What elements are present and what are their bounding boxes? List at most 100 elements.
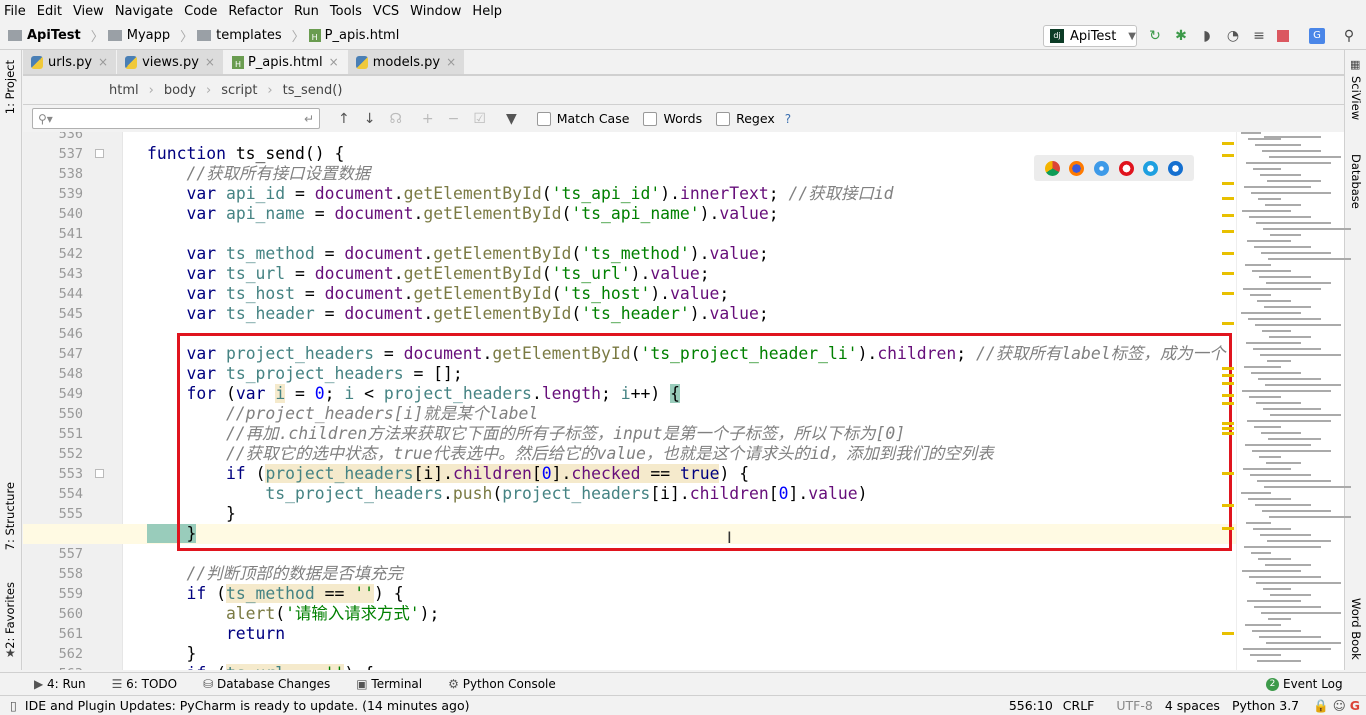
caret-position[interactable]: 556:10 xyxy=(1009,698,1053,713)
warning-stripe-marker[interactable] xyxy=(1222,394,1234,397)
safari-icon[interactable] xyxy=(1094,160,1110,176)
warning-stripe-marker[interactable] xyxy=(1222,427,1234,430)
menu-window[interactable]: Window xyxy=(410,4,461,19)
regex-checkbox[interactable]: Regex xyxy=(716,111,775,126)
warning-stripe-marker[interactable] xyxy=(1222,527,1234,530)
wordbook-tool-button[interactable]: Word Book xyxy=(1349,598,1363,660)
close-icon[interactable]: × xyxy=(446,55,456,69)
menu-view[interactable]: View xyxy=(73,4,104,19)
warning-stripe-marker[interactable] xyxy=(1222,292,1234,295)
filter-icon[interactable]: ▼ xyxy=(506,111,517,127)
menu-edit[interactable]: Edit xyxy=(37,4,62,19)
warning-stripe-marker[interactable] xyxy=(1222,632,1234,635)
breadcrumb-item[interactable]: script xyxy=(221,83,257,98)
tab-urls-py[interactable]: urls.py × xyxy=(23,50,117,74)
stop-icon[interactable] xyxy=(1277,30,1289,42)
search-input[interactable]: ⚲▾ ↵ xyxy=(32,108,320,129)
tab-p_apis-html[interactable]: H P_apis.html × xyxy=(223,50,347,74)
tab-models-py[interactable]: models.py × xyxy=(347,50,465,74)
rerun-icon[interactable]: ↻ xyxy=(1147,28,1163,44)
close-icon[interactable]: × xyxy=(98,55,108,69)
favorites-tool-button[interactable]: 2: Favorites xyxy=(3,582,17,649)
warning-stripe-marker[interactable] xyxy=(1222,182,1234,185)
sciview-tool-button[interactable]: SciView xyxy=(1349,76,1363,120)
menu-vcs[interactable]: VCS xyxy=(373,4,399,19)
run-configuration-select[interactable]: dj ApiTest ▼ xyxy=(1043,25,1137,47)
project-tool-button[interactable]: 1: Project xyxy=(3,60,17,114)
warning-stripe-marker[interactable] xyxy=(1222,272,1234,275)
database-tool-button[interactable]: Database xyxy=(1349,154,1363,209)
remove-selection-icon[interactable]: − xyxy=(448,111,460,127)
close-icon[interactable]: × xyxy=(205,55,215,69)
tool-window-todo[interactable]: ☰ 6: TODO xyxy=(112,677,178,691)
find-all-icon[interactable]: ☊ xyxy=(389,111,401,127)
add-selection-icon[interactable]: + xyxy=(422,111,434,127)
line-separator[interactable]: CRLF xyxy=(1063,698,1095,713)
structure-tool-button[interactable]: 7: Structure xyxy=(3,482,17,550)
warning-stripe-marker[interactable] xyxy=(1222,504,1234,507)
minimap-line xyxy=(1268,618,1291,620)
code-token: ( xyxy=(551,284,562,303)
warning-stripe-marker[interactable] xyxy=(1222,422,1234,425)
next-occurrence-icon[interactable]: ↓ xyxy=(364,111,376,127)
ie-icon[interactable] xyxy=(1143,160,1159,176)
warning-stripe-marker[interactable] xyxy=(1222,402,1234,405)
menu-file[interactable]: File xyxy=(4,4,26,19)
breadcrumb-item[interactable]: ts_send() xyxy=(283,83,343,98)
warning-stripe-marker[interactable] xyxy=(1222,142,1234,145)
menu-code[interactable]: Code xyxy=(184,4,217,19)
chrome-icon[interactable] xyxy=(1044,160,1060,176)
debug-icon[interactable]: ✱ xyxy=(1173,28,1189,44)
menu-tools[interactable]: Tools xyxy=(330,4,362,19)
warning-stripe-marker[interactable] xyxy=(1222,472,1234,475)
warning-stripe-marker[interactable] xyxy=(1222,214,1234,217)
opera-icon[interactable] xyxy=(1118,160,1134,176)
close-icon[interactable]: × xyxy=(329,55,339,69)
google-icon[interactable]: G xyxy=(1350,698,1360,713)
nav-file[interactable]: H P_apis.html xyxy=(308,28,399,43)
words-checkbox[interactable]: Words xyxy=(643,111,702,126)
warning-stripe-marker[interactable] xyxy=(1222,230,1234,233)
previous-occurrence-icon[interactable]: ↑ xyxy=(338,111,350,127)
warning-stripe-marker[interactable] xyxy=(1222,252,1234,255)
warning-stripe-marker[interactable] xyxy=(1222,322,1234,325)
search-icon[interactable]: ⚲ xyxy=(1341,28,1357,44)
firefox-icon[interactable] xyxy=(1069,160,1085,176)
menu-refactor[interactable]: Refactor xyxy=(228,4,283,19)
breadcrumb-item[interactable]: body xyxy=(164,83,196,98)
nav-folder-myapp[interactable]: Myapp xyxy=(107,28,170,43)
edge-icon[interactable] xyxy=(1168,160,1184,176)
tool-window-python-console[interactable]: ⚙ Python Console xyxy=(448,677,556,691)
warning-stripe-marker[interactable] xyxy=(1222,367,1234,370)
lock-icon[interactable]: 🔒 xyxy=(1313,698,1329,714)
tool-window-terminal[interactable]: ▣ Terminal xyxy=(356,677,422,691)
inspector-icon[interactable]: ☺ xyxy=(1333,698,1346,713)
warning-stripe-marker[interactable] xyxy=(1222,154,1234,157)
code-minimap[interactable] xyxy=(1222,132,1351,670)
nav-project[interactable]: ApiTest xyxy=(8,28,81,43)
menu-run[interactable]: Run xyxy=(294,4,319,19)
translate-icon[interactable]: G xyxy=(1309,28,1325,44)
event-log-button[interactable]: 2 Event Log xyxy=(1266,677,1343,691)
tool-window-database[interactable]: ⛁ Database Changes xyxy=(203,677,330,691)
match-case-checkbox[interactable]: Match Case xyxy=(536,111,629,126)
menu-help[interactable]: Help xyxy=(472,4,502,19)
warning-stripe-marker[interactable] xyxy=(1222,374,1234,377)
indent-setting[interactable]: 4 spaces xyxy=(1165,698,1220,713)
nav-folder-templates[interactable]: templates xyxy=(197,28,282,43)
breadcrumb-item[interactable]: html xyxy=(109,83,139,98)
file-encoding[interactable]: UTF-8 xyxy=(1116,698,1152,713)
regex-help-link[interactable]: ? xyxy=(785,112,791,126)
profile-icon[interactable]: ◔ xyxy=(1225,28,1241,44)
menu-navigate[interactable]: Navigate xyxy=(115,4,173,19)
warning-stripe-marker[interactable] xyxy=(1222,197,1234,200)
run-concurrency-icon[interactable]: ≡ xyxy=(1251,28,1267,44)
select-all-icon[interactable]: ☑ xyxy=(473,111,486,127)
warning-stripe-marker[interactable] xyxy=(1222,382,1234,385)
tool-window-run[interactable]: ▶ 4: Run xyxy=(34,677,86,691)
status-message[interactable]: IDE and Plugin Updates: PyCharm is ready… xyxy=(25,698,470,713)
warning-stripe-marker[interactable] xyxy=(1222,432,1234,435)
tab-views-py[interactable]: views.py × xyxy=(117,50,223,74)
coverage-icon[interactable]: ◗ xyxy=(1199,28,1215,44)
python-interpreter[interactable]: Python 3.7 xyxy=(1232,698,1299,713)
